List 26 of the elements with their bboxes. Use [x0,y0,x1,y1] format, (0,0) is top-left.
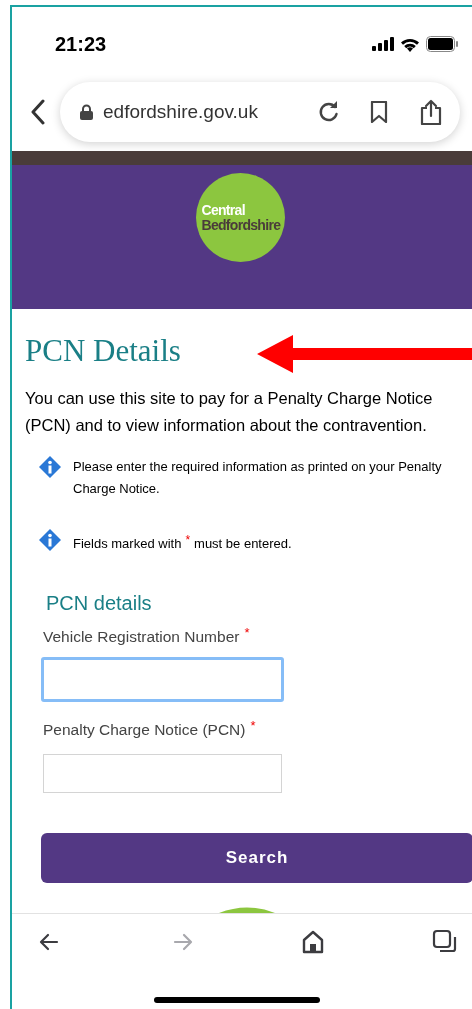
search-button[interactable]: Search [41,833,472,883]
back-icon[interactable] [30,99,46,125]
input-field[interactable] [43,754,282,793]
info-icon [38,528,62,552]
signal-icon [372,37,394,51]
address-bar[interactable]: edfordshire.gov.uk [60,82,460,142]
field-label: Penalty Charge Notice (PCN) $^{*}$ [43,717,257,740]
reload-icon[interactable] [318,101,340,123]
lock-icon [80,104,93,120]
intro-paragraph: You can use this site to pay for a Penalty Charge Notice (PCN) and to view information about the contravention. [25,388,434,436]
status-time: 21:23 [55,32,107,57]
section-title: PCN details [46,591,153,616]
battery-icon [426,36,458,52]
input-field[interactable] [41,657,284,702]
info-icon [38,455,62,479]
info-note: Please enter the required information as printed on your Penalty Charge Notice. [73,458,443,498]
page-title: PCN Details [25,332,181,370]
url-text: edfordshire.gov.uk [103,99,259,124]
field-label: Vehicle Registration Number $^{*}$ [43,624,251,647]
share-icon[interactable] [420,99,442,125]
logo-text: Bedfordshire [201,217,282,233]
bookmark-icon[interactable] [370,101,388,123]
logo-text: Central [201,202,246,218]
wifi-icon [400,36,420,52]
council-logo[interactable]: Central Bedfordshire [195,173,285,262]
tabs-icon[interactable] [431,929,458,955]
